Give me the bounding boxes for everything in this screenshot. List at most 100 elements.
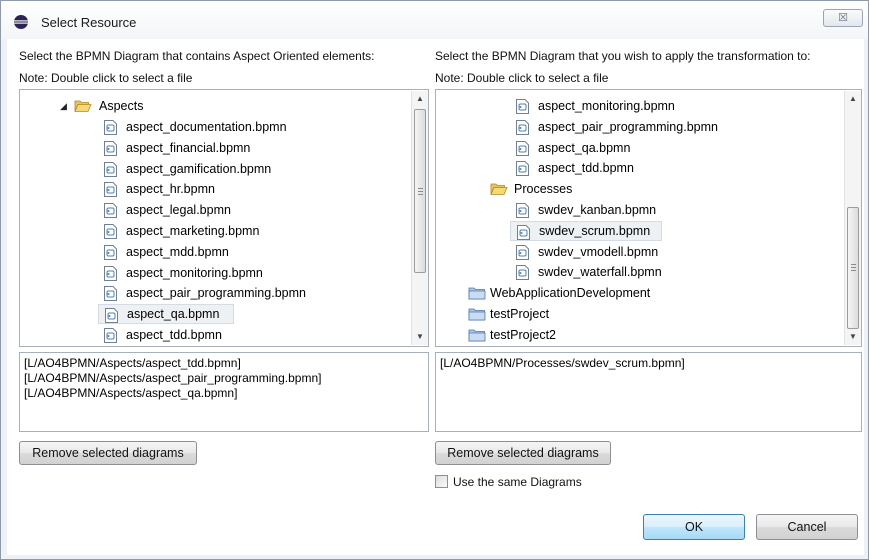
bpmn-file-icon xyxy=(105,308,118,324)
dialog-title: Select Resource xyxy=(41,15,137,30)
tree-item-label: aspect_tdd.bpmn xyxy=(538,161,634,176)
tree-item-label: aspect_qa.bpmn xyxy=(127,307,220,322)
aspect-diagram-tree[interactable]: ◢ Aspects aspect_documentation.bpmnaspec… xyxy=(19,89,429,347)
left-selected-diagrams-list[interactable]: [L/AO4BPMN/Aspects/aspect_tdd.bpmn] [L/AO… xyxy=(19,352,429,432)
selected-diagram-item[interactable]: [L/AO4BPMN/Aspects/aspect_qa.bpmn] xyxy=(24,386,424,401)
bpmn-file-icon xyxy=(516,244,529,260)
right-selected-diagrams-list[interactable]: [L/AO4BPMN/Processes/swdev_scrum.bpmn] xyxy=(435,352,862,432)
tree-item-label: swdev_vmodell.bpmn xyxy=(538,244,659,259)
selected-diagram-item[interactable]: [L/AO4BPMN/Aspects/aspect_tdd.bpmn] xyxy=(24,356,424,371)
tree-item-label: aspect_pair_programming.bpmn xyxy=(126,286,306,301)
open-folder-icon xyxy=(490,183,508,195)
bpmn-file-icon xyxy=(516,161,529,177)
tree-item-label: aspect_marketing.bpmn xyxy=(126,224,260,238)
right-prompt: Select the BPMN Diagram that you wish to… xyxy=(435,49,811,63)
tree-file-item[interactable]: aspect_documentation.bpmn xyxy=(98,117,287,137)
scroll-thumb[interactable] xyxy=(847,207,859,329)
bpmn-file-icon xyxy=(104,286,117,302)
tree-item-label: aspect_gamification.bpmn xyxy=(126,161,272,176)
tree-item-label: swdev_kanban.bpmn xyxy=(538,203,657,217)
open-folder-icon xyxy=(74,100,92,112)
tree-item-label: Processes xyxy=(514,182,573,196)
tree-folder-processes[interactable]: Processes xyxy=(488,179,608,199)
project-folder-icon xyxy=(468,308,486,321)
left-prompt: Select the BPMN Diagram that contains As… xyxy=(19,49,375,63)
tree-file-item[interactable]: aspect_hr.bpmn xyxy=(98,179,234,199)
tree-item-label: swdev_waterfall.bpmn xyxy=(538,265,662,280)
left-remove-selected-button[interactable]: Remove selected diagrams xyxy=(19,441,197,465)
use-same-diagrams-checkbox[interactable] xyxy=(435,475,448,488)
scroll-up-icon[interactable]: ▲ xyxy=(412,91,428,107)
tree-folder-aspects[interactable]: ◢ Aspects xyxy=(60,96,260,116)
tree-file-item[interactable]: aspect_marketing.bpmn xyxy=(98,221,259,241)
right-tree-scrollbar[interactable]: ▲ ▼ xyxy=(844,91,861,345)
bpmn-file-icon xyxy=(516,140,529,156)
tree-item-label: aspect_financial.bpmn xyxy=(126,140,251,155)
tree-file-item[interactable]: swdev_waterfall.bpmn xyxy=(510,262,662,282)
tree-file-item[interactable]: aspect_financial.bpmn xyxy=(98,138,250,158)
tree-file-item[interactable]: aspect_monitoring.bpmn xyxy=(510,96,750,116)
tree-item-label: swdev_scrum.bpmn xyxy=(539,223,651,238)
folder-label: Aspects xyxy=(99,99,144,113)
title-bar[interactable]: Select Resource ☒ xyxy=(1,1,868,39)
bpmn-file-icon xyxy=(104,328,117,343)
project-folder-icon xyxy=(468,287,486,300)
select-resource-dialog: Select Resource ☒ Select the BPMN Diagra… xyxy=(0,0,869,560)
bpmn-file-icon xyxy=(104,182,117,198)
grip-icon xyxy=(851,264,856,271)
close-icon: ☒ xyxy=(838,12,848,24)
scroll-up-icon[interactable]: ▲ xyxy=(845,91,861,107)
bpmn-file-icon xyxy=(104,140,117,156)
use-same-diagrams-label: Use the same Diagrams xyxy=(453,475,582,489)
collapse-arrow-icon[interactable]: ◢ xyxy=(60,96,67,116)
tree-item-label: WebApplicationDevelopment xyxy=(490,286,651,300)
bpmn-file-icon xyxy=(104,224,117,239)
tree-project-item[interactable]: WebApplicationDevelopment xyxy=(466,283,726,303)
bpmn-file-icon xyxy=(104,265,117,281)
bpmn-file-icon xyxy=(104,203,117,219)
selected-diagram-item[interactable]: [L/AO4BPMN/Processes/swdev_scrum.bpmn] xyxy=(440,356,857,371)
target-diagram-tree[interactable]: aspect_monitoring.bpmn aspect_pair_progra… xyxy=(435,89,862,347)
tree-file-item[interactable]: aspect_pair_programming.bpmn xyxy=(98,283,306,303)
tree-item-label: aspect_qa.bpmn xyxy=(538,140,631,155)
scroll-down-icon[interactable]: ▼ xyxy=(412,329,428,345)
tree-file-item[interactable]: swdev_vmodell.bpmn xyxy=(510,242,660,262)
left-tree-scrollbar[interactable]: ▲ ▼ xyxy=(411,91,428,345)
tree-project-item[interactable]: testProject xyxy=(466,304,726,324)
tree-item-label: aspect_monitoring.bpmn xyxy=(538,99,675,113)
tree-file-item[interactable]: swdev_scrum.bpmn xyxy=(510,220,662,241)
tree-item-label: aspect_tdd.bpmn xyxy=(126,328,222,342)
bpmn-file-icon xyxy=(516,203,529,218)
left-note: Note: Double click to select a file xyxy=(19,71,193,85)
tree-file-item[interactable]: aspect_pair_programming.bpmn xyxy=(510,117,750,137)
ok-button[interactable]: OK xyxy=(643,514,745,540)
scroll-thumb[interactable] xyxy=(414,109,426,273)
tree-item-label: aspect_documentation.bpmn xyxy=(126,120,287,134)
tree-item-label: aspect_pair_programming.bpmn xyxy=(538,119,718,134)
right-remove-selected-button[interactable]: Remove selected diagrams xyxy=(435,441,611,465)
tree-file-item[interactable]: aspect_qa.bpmn xyxy=(510,138,750,158)
right-note: Note: Double click to select a file xyxy=(435,71,609,85)
tree-item-label: aspect_mdd.bpmn xyxy=(126,244,229,259)
bpmn-file-icon xyxy=(104,244,117,260)
tree-file-item[interactable]: aspect_tdd.bpmn xyxy=(510,158,750,178)
tree-file-item[interactable]: aspect_tdd.bpmn xyxy=(98,325,234,345)
bpmn-file-icon xyxy=(516,99,529,114)
tree-file-item[interactable]: aspect_monitoring.bpmn xyxy=(98,263,263,283)
tree-item-label: testProject xyxy=(490,306,550,321)
tree-file-item[interactable]: aspect_legal.bpmn xyxy=(98,200,234,220)
tree-item-label: aspect_legal.bpmn xyxy=(126,203,231,218)
tree-file-item[interactable]: swdev_kanban.bpmn xyxy=(510,200,660,220)
bpmn-file-icon xyxy=(516,265,529,281)
tree-item-label: aspect_hr.bpmn xyxy=(126,182,215,197)
selected-diagram-item[interactable]: [L/AO4BPMN/Aspects/aspect_pair_programmi… xyxy=(24,371,424,386)
tree-project-item[interactable]: testProject2 xyxy=(466,325,726,345)
close-button[interactable]: ☒ xyxy=(823,9,863,27)
scroll-down-icon[interactable]: ▼ xyxy=(845,329,861,345)
tree-file-item[interactable]: aspect_mdd.bpmn xyxy=(98,242,234,262)
tree-file-item[interactable]: aspect_qa.bpmn xyxy=(98,304,234,325)
tree-item-label: aspect_monitoring.bpmn xyxy=(126,265,263,280)
cancel-button[interactable]: Cancel xyxy=(756,514,858,540)
tree-file-item[interactable]: aspect_gamification.bpmn xyxy=(98,159,271,179)
tree-item-label: testProject2 xyxy=(490,327,557,342)
